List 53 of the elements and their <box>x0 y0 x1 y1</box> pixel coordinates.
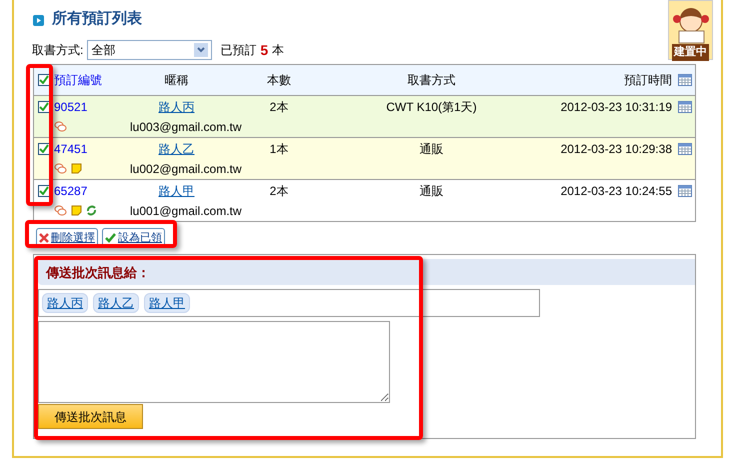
checkbox[interactable] <box>38 142 50 154</box>
book-count: 2本 <box>270 100 288 114</box>
calendar-icon[interactable] <box>678 184 692 198</box>
note-icon[interactable] <box>71 205 82 216</box>
email: lu002@gmail.com.tw <box>130 160 242 178</box>
order-number[interactable]: 65287 <box>54 182 88 200</box>
checkbox[interactable] <box>38 100 50 112</box>
reservation-time: 2012-03-23 10:29:38 <box>560 142 672 156</box>
calendar-icon[interactable] <box>678 100 692 114</box>
reserved-count: 5 <box>260 40 268 60</box>
close-icon <box>39 232 49 243</box>
book-count: 2本 <box>270 184 288 198</box>
column-header: 取書方式 <box>408 72 456 86</box>
message-heading: 傳送批次訊息給： <box>38 259 695 285</box>
nickname-link[interactable]: 路人丙 <box>158 100 194 114</box>
pickup-method: 通販 <box>420 142 444 156</box>
checkbox[interactable] <box>38 74 50 86</box>
column-header[interactable]: 預訂編號 <box>54 70 102 88</box>
filter-label: 取書方式: <box>32 42 84 59</box>
nickname-link[interactable]: 路人乙 <box>158 142 194 156</box>
recipients-field[interactable]: 路人丙 路人乙 路人甲 <box>38 289 540 317</box>
chat-bubbles-icon[interactable] <box>54 205 67 216</box>
calendar-icon[interactable] <box>678 72 692 86</box>
reservation-time: 2012-03-23 10:24:55 <box>560 184 672 198</box>
send-button[interactable]: 傳送批次訊息 <box>38 404 143 429</box>
recipient-tag[interactable]: 路人乙 <box>93 293 139 313</box>
chat-bubbles-icon[interactable] <box>54 163 67 174</box>
recipient-tag[interactable]: 路人甲 <box>144 293 190 313</box>
order-number[interactable]: 47451 <box>54 140 88 158</box>
calendar-icon[interactable] <box>678 142 692 156</box>
email: lu003@gmail.com.tw <box>130 118 242 136</box>
construction-label: 建置中 <box>672 44 709 60</box>
column-header: 預訂時間 <box>624 72 672 86</box>
order-number[interactable]: 90521 <box>54 98 88 116</box>
message-field[interactable] <box>38 321 390 403</box>
pickup-method: 通販 <box>420 184 444 198</box>
chat-bubbles-icon[interactable] <box>54 121 67 132</box>
summary-label: 已預訂 <box>220 42 256 59</box>
refresh-icon[interactable] <box>86 205 97 216</box>
summary-unit: 本 <box>272 42 284 59</box>
nickname-link[interactable]: 路人甲 <box>158 184 194 198</box>
note-icon[interactable] <box>71 163 82 174</box>
email: lu001@gmail.com.tw <box>130 202 242 220</box>
column-header: 本數 <box>267 72 291 86</box>
checkmark-icon <box>105 232 116 243</box>
recipient-tag[interactable]: 路人丙 <box>42 293 88 313</box>
page-title: 所有預訂列表 <box>52 9 142 29</box>
checkbox[interactable] <box>38 184 50 196</box>
pickup-method: CWT K10(第1天) <box>386 100 477 114</box>
pickup-method-select[interactable]: 全部 <box>87 40 212 60</box>
reservation-time: 2012-03-23 10:31:19 <box>560 100 672 114</box>
column-header: 暱稱 <box>164 72 188 86</box>
book-count: 1本 <box>270 142 288 156</box>
